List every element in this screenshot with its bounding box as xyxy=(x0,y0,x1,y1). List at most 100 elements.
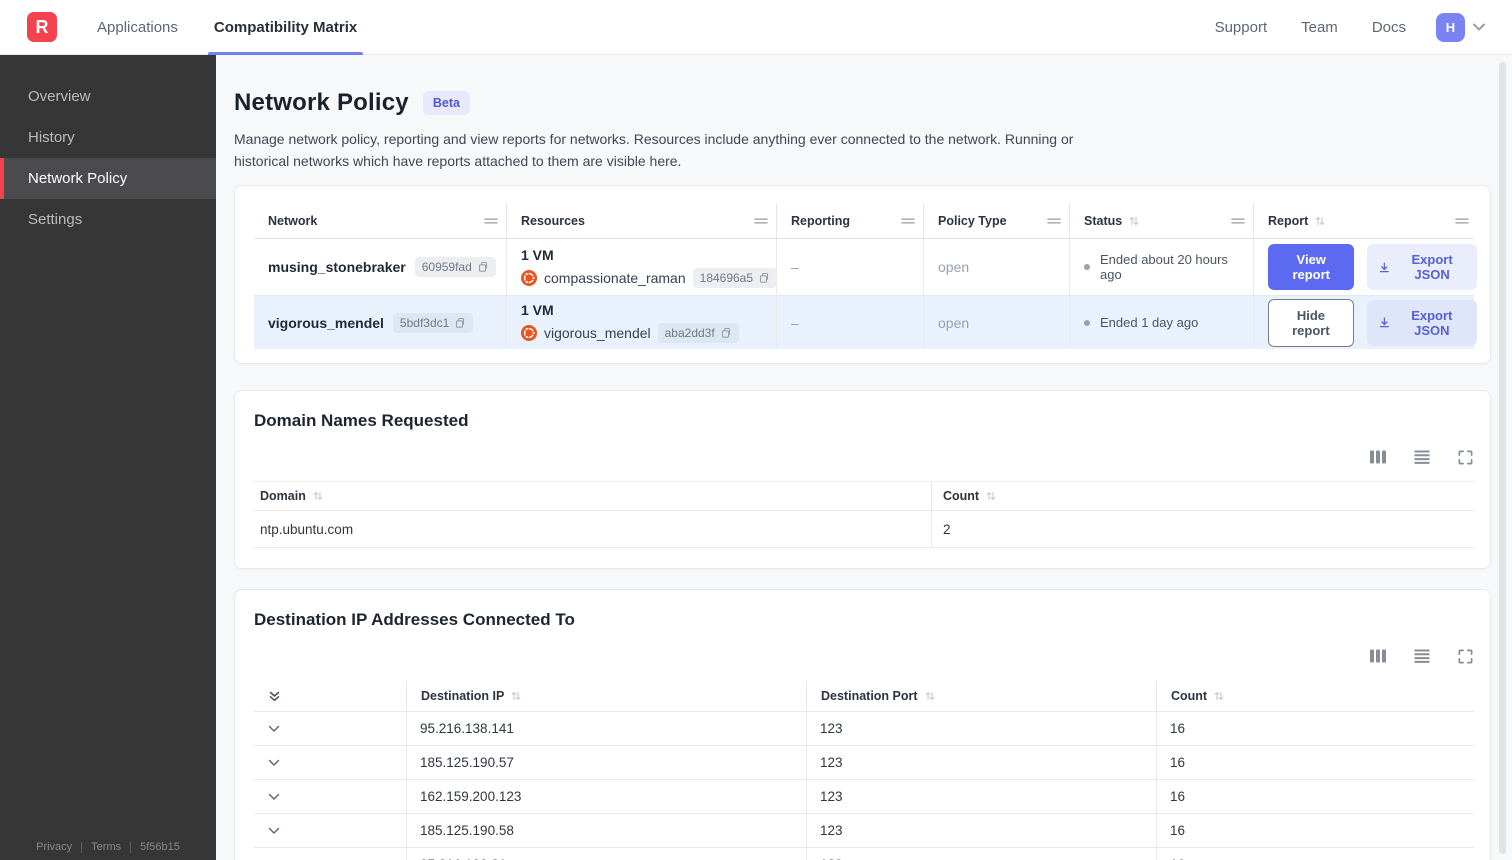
destination-row: 185.125.190.57 123 16 xyxy=(254,745,1474,779)
count-cell: 16 xyxy=(1170,755,1186,770)
sort-icon[interactable] xyxy=(510,690,522,702)
copy-icon[interactable] xyxy=(720,327,732,339)
copy-icon[interactable] xyxy=(758,272,770,284)
column-label: Network xyxy=(268,214,318,228)
app-logo[interactable]: R xyxy=(27,12,57,42)
domain-table-row: ntp.ubuntu.com 2 xyxy=(254,510,1474,548)
status-dot-icon xyxy=(1084,319,1090,326)
privacy-link[interactable]: Privacy xyxy=(36,841,72,853)
sidebar-item-history[interactable]: History xyxy=(0,117,216,158)
sidebar-item-network-policy-label: Network Policy xyxy=(28,170,128,187)
column-handle-icon[interactable] xyxy=(754,217,768,225)
chevron-down-icon[interactable] xyxy=(268,759,280,767)
column-label: Count xyxy=(1171,689,1208,703)
network-cell: musing_stonebraker 60959fad xyxy=(254,239,507,295)
row-expander xyxy=(254,814,407,847)
ip-cell: 95.216.138.141 xyxy=(407,712,807,745)
column-header-expander xyxy=(254,681,407,711)
network-name: musing_stonebraker xyxy=(268,259,406,275)
export-json-button[interactable]: Export JSON xyxy=(1366,299,1477,346)
copy-icon[interactable] xyxy=(454,317,466,329)
networks-card: Network Resources Reporting Policy Type xyxy=(234,185,1491,364)
count-cell: 16 xyxy=(1170,789,1186,804)
user-avatar[interactable]: H xyxy=(1436,12,1465,42)
chevron-down-icon[interactable] xyxy=(268,827,280,835)
destination-row: 162.159.200.123 123 16 xyxy=(254,779,1474,813)
active-tab-underline xyxy=(207,51,364,55)
column-handle-icon[interactable] xyxy=(1047,217,1061,225)
column-handle-icon[interactable] xyxy=(901,217,915,225)
tab-applications-label: Applications xyxy=(97,18,178,36)
navbar-right: Support Team Docs H xyxy=(1181,12,1486,42)
caret-down-icon[interactable] xyxy=(1472,23,1486,32)
rows-view-icon[interactable] xyxy=(1413,449,1431,465)
main-content: Network Policy Beta Manage network polic… xyxy=(216,55,1512,860)
sort-icon[interactable] xyxy=(924,690,936,702)
table-toolbar xyxy=(254,647,1474,665)
nav-link-team[interactable]: Team xyxy=(1301,19,1338,36)
fullscreen-icon[interactable] xyxy=(1457,648,1474,665)
download-icon xyxy=(1380,262,1390,272)
network-table-row[interactable]: musing_stonebraker 60959fad 1 VM compass… xyxy=(254,239,1477,295)
sort-icon[interactable] xyxy=(1314,215,1326,227)
columns-view-icon[interactable] xyxy=(1369,648,1387,664)
count-cell: 16 xyxy=(1157,848,1477,860)
download-icon xyxy=(1379,317,1389,328)
destination-table-header: Destination IP Destination Port Count xyxy=(254,681,1474,711)
footer-divider xyxy=(81,841,83,853)
sidebar-item-settings-label: Settings xyxy=(28,211,83,228)
sort-icon[interactable] xyxy=(312,490,324,502)
tab-applications[interactable]: Applications xyxy=(91,0,184,55)
sidebar-item-settings[interactable]: Settings xyxy=(0,199,216,240)
domain-table: Domain Count ntp.ubuntu.com 2 xyxy=(254,481,1474,548)
column-header-network: Network xyxy=(254,204,507,238)
chevron-down-icon[interactable] xyxy=(268,793,280,801)
network-table-row-selected[interactable]: vigorous_mendel 5bdf3dc1 1 VM vigorous_m… xyxy=(254,295,1477,349)
page-description: Manage network policy, reporting and vie… xyxy=(234,131,1074,169)
column-header-destination-port: Destination Port xyxy=(807,681,1157,711)
sort-icon[interactable] xyxy=(985,490,997,502)
sort-icon[interactable] xyxy=(1213,690,1225,702)
column-label: Policy Type xyxy=(938,214,1007,228)
chevron-down-icon[interactable] xyxy=(268,725,280,733)
reporting-cell: – xyxy=(777,239,924,295)
vm-count: 1 VM xyxy=(521,246,554,263)
sidebar-item-overview[interactable]: Overview xyxy=(0,76,216,117)
reporting-cell: – xyxy=(777,296,924,349)
export-json-button[interactable]: Export JSON xyxy=(1367,244,1477,290)
columns-view-icon[interactable] xyxy=(1369,449,1387,465)
page-scrollbar[interactable] xyxy=(1499,62,1506,854)
network-id-badge: 5bdf3dc1 xyxy=(392,312,474,333)
tab-compatibility-matrix-label: Compatibility Matrix xyxy=(213,18,358,36)
tab-compatibility-matrix[interactable]: Compatibility Matrix xyxy=(207,0,364,55)
column-label: Count xyxy=(943,489,980,503)
ip-cell: 95.216.100.21 xyxy=(407,848,807,860)
port-cell: 123 xyxy=(807,814,1157,847)
table-toolbar xyxy=(254,448,1474,466)
view-report-button[interactable]: View report xyxy=(1268,244,1355,290)
expand-all-icon[interactable] xyxy=(268,690,281,703)
sidebar-footer: Privacy Terms 5f56b15 xyxy=(0,841,216,853)
column-header-destination-ip: Destination IP xyxy=(407,681,807,711)
export-json-label: Export JSON xyxy=(1411,252,1453,282)
report-cell: View report Export JSON xyxy=(1254,239,1477,295)
nav-link-support[interactable]: Support xyxy=(1215,19,1268,36)
terms-link[interactable]: Terms xyxy=(91,841,121,853)
policy-type-cell: open xyxy=(924,239,1070,295)
sidebar-item-history-label: History xyxy=(28,129,75,146)
nav-link-docs[interactable]: Docs xyxy=(1372,19,1406,36)
column-handle-icon[interactable] xyxy=(1455,217,1469,225)
sidebar-item-network-policy[interactable]: Network Policy xyxy=(0,158,216,199)
column-handle-icon[interactable] xyxy=(484,217,498,225)
row-expander xyxy=(254,746,407,779)
column-handle-icon[interactable] xyxy=(1231,217,1245,225)
sort-icon[interactable] xyxy=(1128,215,1140,227)
hide-report-button[interactable]: Hide report xyxy=(1268,298,1354,347)
footer-divider xyxy=(130,841,132,853)
column-header-status: Status xyxy=(1070,204,1254,238)
row-expander xyxy=(254,712,407,745)
fullscreen-icon[interactable] xyxy=(1457,449,1474,466)
top-navbar: R Applications Compatibility Matrix Supp… xyxy=(0,0,1512,55)
rows-view-icon[interactable] xyxy=(1413,648,1431,664)
copy-icon[interactable] xyxy=(477,261,489,273)
